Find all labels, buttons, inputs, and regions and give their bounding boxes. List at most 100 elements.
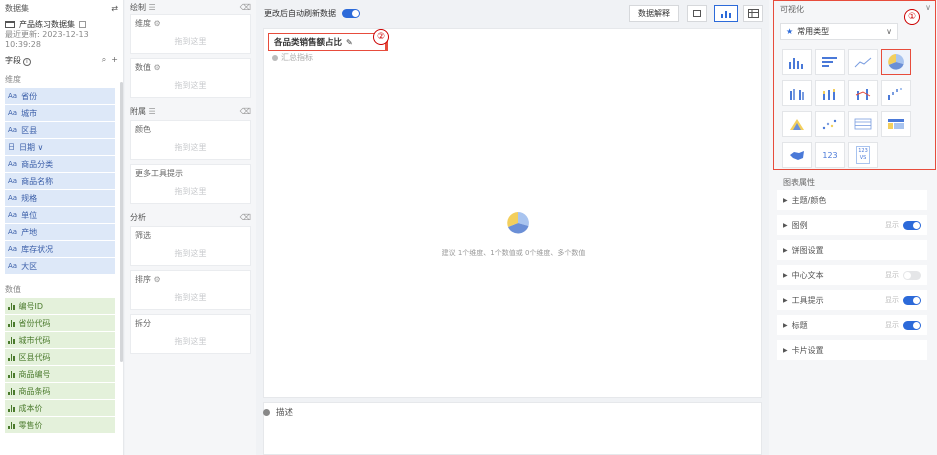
funnel-chart-type[interactable] bbox=[782, 111, 812, 137]
badge-one: ① bbox=[904, 9, 920, 25]
eraser-icon[interactable]: ⌫ bbox=[240, 213, 251, 222]
chart-prop-row[interactable]: ▶ 饼图设置 bbox=[777, 240, 927, 260]
combo-chart-type[interactable] bbox=[848, 80, 878, 106]
prop-toggle[interactable] bbox=[903, 270, 921, 280]
dimension-field[interactable]: Aa 商品名称 bbox=[5, 173, 115, 189]
chart-prop-row[interactable]: ▶ 中心文本 显示 bbox=[777, 265, 927, 285]
field-name: 商品编号 bbox=[18, 369, 51, 379]
summary-indicator[interactable]: 汇总指标 bbox=[272, 52, 313, 63]
drop-hint: 拖到这里 bbox=[174, 143, 207, 152]
measure-field[interactable]: 编号ID bbox=[5, 298, 115, 314]
table-chart-type[interactable] bbox=[848, 111, 878, 137]
description-header[interactable]: 描述 bbox=[263, 406, 293, 418]
table-view-button[interactable] bbox=[743, 5, 763, 22]
color-slot[interactable]: 颜色 拖到这里 bbox=[130, 120, 251, 160]
drop-hint: 拖到这里 bbox=[174, 249, 207, 258]
dimension-field[interactable]: 日日期 ∨ bbox=[5, 139, 115, 155]
prop-toggle[interactable] bbox=[903, 220, 921, 230]
sort-slot[interactable]: 排序 ⚙ 拖到这里 bbox=[130, 270, 251, 310]
data-explain-button[interactable]: 数据解释 bbox=[629, 5, 679, 22]
chart-view-button[interactable] bbox=[714, 5, 738, 22]
dimension-field[interactable]: Aa 商品分类 bbox=[5, 156, 115, 172]
prop-toggle[interactable] bbox=[903, 320, 921, 330]
filter-slot[interactable]: 筛选 拖到这里 bbox=[130, 226, 251, 266]
fullscreen-button[interactable] bbox=[687, 5, 707, 22]
prop-toggle[interactable] bbox=[903, 295, 921, 305]
description-label: 描述 bbox=[276, 408, 294, 418]
switch-dataset-icon[interactable]: ⇄ bbox=[111, 4, 118, 13]
tooltip-slot[interactable]: 更多工具提示 拖到这里 bbox=[130, 164, 251, 204]
split-slot[interactable]: 拆分 拖到这里 bbox=[130, 314, 251, 354]
auto-refresh-toggle[interactable] bbox=[342, 8, 360, 18]
dimension-field[interactable]: Aa 产地 bbox=[5, 224, 115, 240]
field-name: 产地 bbox=[21, 227, 38, 237]
dimension-field[interactable]: Aa 省份 bbox=[5, 88, 115, 104]
dataset-header: 数据集 ⇄ bbox=[0, 0, 123, 16]
measure-field[interactable]: 零售价 bbox=[5, 417, 115, 433]
add-icon[interactable]: + bbox=[111, 55, 118, 64]
scatter-chart-type[interactable] bbox=[815, 111, 845, 137]
table-chart-icon bbox=[854, 118, 872, 130]
stacked-column-icon bbox=[823, 88, 835, 100]
field-name: 编号ID bbox=[18, 301, 44, 311]
measure-field[interactable]: 城市代码 bbox=[5, 332, 115, 348]
gear-icon[interactable]: ⚙ bbox=[154, 275, 161, 284]
dataset-name: 产品练习数据集 bbox=[19, 19, 75, 29]
draw-header: 绘制 ☰ ⌫ bbox=[130, 2, 251, 12]
map-chart-type[interactable] bbox=[782, 142, 812, 168]
search-icon[interactable]: ⌕ bbox=[102, 55, 106, 64]
chevron-down-icon: ∨ bbox=[886, 27, 892, 36]
measure-field[interactable]: 商品条码 bbox=[5, 383, 115, 399]
edit-icon[interactable]: ✎ bbox=[346, 38, 353, 47]
collapse-chevron-icon[interactable]: ∨ bbox=[925, 3, 931, 12]
measure-slot[interactable]: 数值 ⚙ 拖到这里 bbox=[130, 58, 251, 98]
expand-triangle-icon: ▶ bbox=[783, 271, 788, 279]
waterfall-chart-type[interactable] bbox=[881, 80, 911, 106]
measure-field[interactable]: 成本价 bbox=[5, 400, 115, 416]
measure-field[interactable]: 商品编号 bbox=[5, 366, 115, 382]
info-icon[interactable]: i bbox=[23, 57, 31, 66]
chart-prop-row[interactable]: ▶ 图例 显示 bbox=[777, 215, 927, 235]
dimension-field[interactable]: Aa 库存状况 bbox=[5, 241, 115, 257]
measure-bar-icon bbox=[8, 387, 15, 395]
show-label: 显示 bbox=[885, 221, 899, 229]
column-chart-type[interactable] bbox=[782, 49, 812, 75]
color-slot-label: 颜色 bbox=[135, 125, 151, 134]
eraser-icon[interactable]: ⌫ bbox=[240, 107, 251, 116]
field-scrollbar[interactable] bbox=[120, 82, 123, 362]
chart-title[interactable]: 各品类销售额占比 ✎ bbox=[268, 33, 386, 51]
add-circle-icon bbox=[272, 54, 278, 61]
drop-hint: 拖到这里 bbox=[174, 187, 207, 196]
stacked-column-chart-type[interactable] bbox=[815, 80, 845, 106]
compare-kpi-chart-type[interactable]: 123 VS bbox=[848, 142, 878, 168]
dimension-field[interactable]: Aa 区县 bbox=[5, 122, 115, 138]
dimension-field[interactable]: Aa 规格 bbox=[5, 190, 115, 206]
gear-icon[interactable]: ⚙ bbox=[154, 63, 161, 72]
external-link-icon[interactable] bbox=[79, 20, 86, 28]
last-update: 最近更新: 2023-12-13 10:39:28 bbox=[5, 30, 89, 49]
chart-prop-row[interactable]: ▶ 标题 显示 bbox=[777, 315, 927, 335]
line-chart-type[interactable] bbox=[848, 49, 878, 75]
pie-chart-type[interactable] bbox=[881, 49, 911, 75]
eraser-icon[interactable]: ⌫ bbox=[240, 3, 251, 12]
measure-field[interactable]: 区县代码 bbox=[5, 349, 115, 365]
dimension-field[interactable]: Aa 单位 bbox=[5, 207, 115, 223]
description-area[interactable] bbox=[263, 402, 762, 455]
combo-chart-icon bbox=[855, 88, 871, 100]
pivot-table-chart-type[interactable] bbox=[881, 111, 911, 137]
kpi-chart-type[interactable]: 123 bbox=[815, 142, 845, 168]
field-type-icon: Aa bbox=[8, 160, 18, 168]
chart-prop-row[interactable]: ▶ 主题/颜色 bbox=[777, 190, 927, 210]
dimension-field[interactable]: Aa 城市 bbox=[5, 105, 115, 121]
chart-prop-row[interactable]: ▶ 卡片设置 bbox=[777, 340, 927, 360]
measure-field[interactable]: 省份代码 bbox=[5, 315, 115, 331]
dimension-field[interactable]: Aa 大区 bbox=[5, 258, 115, 274]
dimension-slot[interactable]: 维度 ⚙ 拖到这里 bbox=[130, 14, 251, 54]
bar-chart-type[interactable] bbox=[815, 49, 845, 75]
gear-icon[interactable]: ⚙ bbox=[154, 19, 161, 28]
grouped-column-chart-type[interactable] bbox=[782, 80, 812, 106]
prop-label: 卡片设置 bbox=[791, 345, 824, 355]
show-label: 显示 bbox=[885, 296, 899, 304]
chart-prop-row[interactable]: ▶ 工具提示 显示 bbox=[777, 290, 927, 310]
chart-type-select[interactable]: ★ 常用类型 ∨ bbox=[780, 23, 898, 40]
